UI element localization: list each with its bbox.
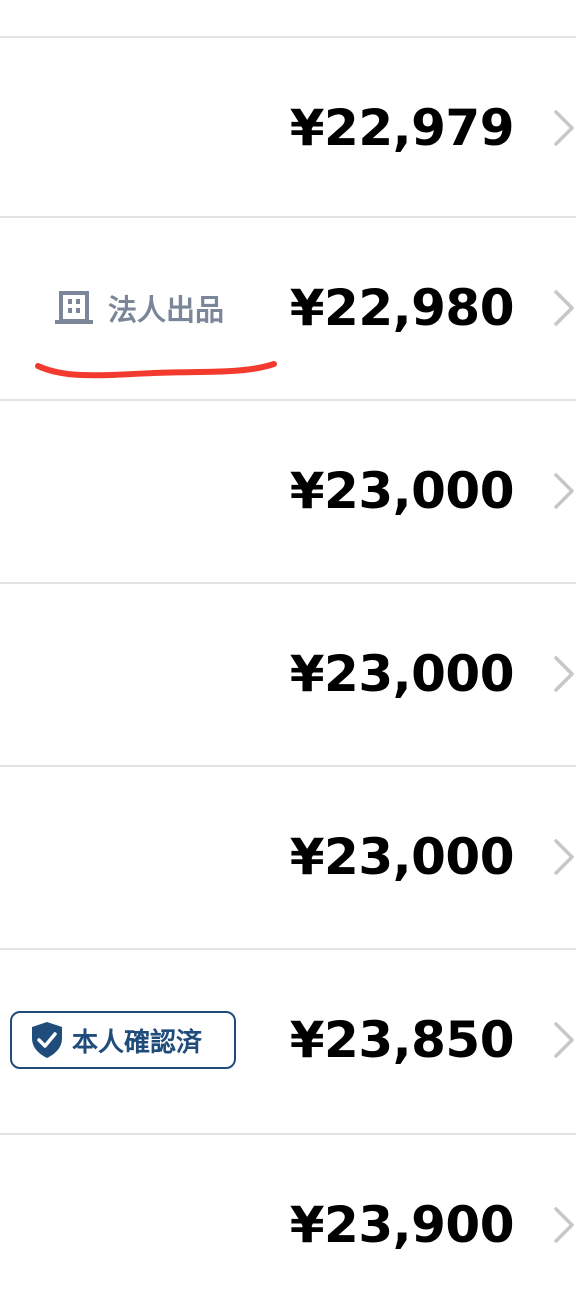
chevron-right-icon [552,288,576,328]
chevron-right-icon [552,1205,576,1245]
listing-row[interactable]: ¥23,900 [0,1135,576,1315]
listing-row[interactable]: ¥22,979 [0,38,576,218]
listing-price: ¥23,000 [289,645,515,703]
listing-row[interactable]: ¥23,000 [0,584,576,764]
listing-row[interactable]: 法人出品 ¥22,980 [0,218,576,398]
annotation-underline [35,361,277,379]
shield-check-icon [30,1021,64,1059]
corporate-seller-label: 法人出品 [108,293,225,327]
listing-row[interactable]: 本人確認済 ¥23,850 [0,950,576,1130]
chevron-right-icon [552,471,576,511]
chevron-right-icon [552,654,576,694]
listing-price: ¥22,980 [289,279,515,337]
listing-row[interactable]: ¥23,000 [0,401,576,581]
listing-price: ¥23,000 [289,462,515,520]
listing-price: ¥23,850 [289,1011,515,1069]
chevron-right-icon [552,108,576,148]
listing-list: ¥22,979 法人出品 ¥22,980 ¥23,000 ¥23,000 ¥23… [0,0,576,1254]
corporate-seller-badge: 法人出品 [54,288,224,328]
identity-verified-badge: 本人確認済 [10,1011,236,1069]
listing-price: ¥22,979 [289,99,515,157]
identity-verified-label: 本人確認済 [72,1027,203,1058]
listing-price: ¥23,000 [289,828,515,886]
listing-price: ¥23,900 [289,1196,515,1254]
chevron-right-icon [552,837,576,877]
listing-row[interactable]: ¥23,000 [0,767,576,947]
building-icon [54,290,94,326]
chevron-right-icon [552,1020,576,1060]
